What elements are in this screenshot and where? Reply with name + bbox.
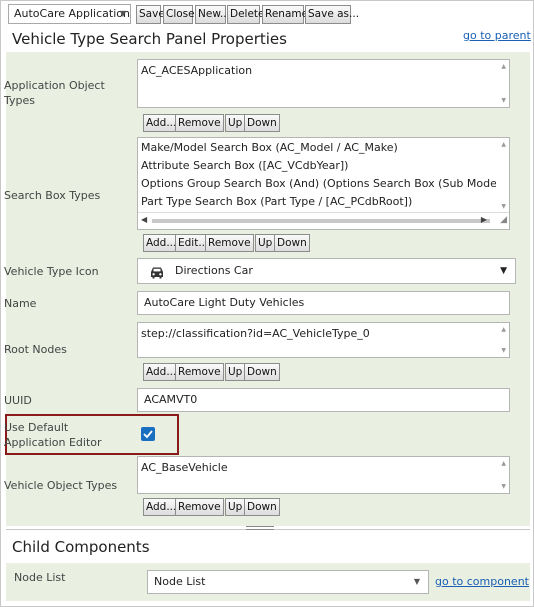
go-to-parent-link[interactable]: go to parent — [463, 29, 531, 42]
list-item[interactable]: Part Type Search Box (Part Type / [AC_PC… — [141, 195, 412, 208]
name-input[interactable]: AutoCare Light Duty Vehicles — [137, 291, 510, 315]
list-item[interactable]: Make/Model Search Box (AC_Model / AC_Mak… — [141, 141, 398, 154]
vehicle-type-icon-label: Vehicle Type Icon — [4, 265, 99, 278]
uuid-input[interactable]: ACAMVT0 — [137, 388, 510, 412]
chevron-down-icon: ▼ — [413, 577, 420, 586]
use-default-editor-label: Use Default Application Editor — [4, 421, 102, 449]
root-nodes-label: Root Nodes — [4, 343, 67, 356]
application-select[interactable]: AutoCare Application ▼ — [8, 4, 131, 24]
add-app-object-type-button[interactable]: Add... — [143, 114, 180, 132]
remove-vehicle-object-type-button[interactable]: Remove — [175, 498, 224, 516]
vehicle-object-types-list[interactable]: AC_BaseVehicle ▲ ▼ — [137, 456, 510, 494]
down-app-object-type-button[interactable]: Down — [244, 114, 280, 132]
add-root-node-button[interactable]: Add... — [143, 363, 180, 381]
scroll-right-icon[interactable]: ▶ — [481, 215, 487, 224]
vehicle-type-icon-value: Directions Car — [175, 264, 253, 277]
list-item[interactable]: step://classification?id=AC_VehicleType_… — [141, 327, 370, 340]
remove-root-node-button[interactable]: Remove — [175, 363, 224, 381]
scrollbar[interactable]: ▲ ▼ — [496, 60, 509, 107]
add-search-box-type-button[interactable]: Add... — [143, 234, 180, 252]
resize-grip-icon[interactable]: ◢ — [500, 215, 507, 225]
scroll-left-icon[interactable]: ◀ — [141, 215, 147, 224]
down-root-node-button[interactable]: Down — [244, 363, 280, 381]
up-root-node-button[interactable]: Up — [225, 363, 246, 381]
vehicle-type-icon-select[interactable]: Directions Car ▼ — [137, 258, 516, 284]
add-vehicle-object-type-button[interactable]: Add... — [143, 498, 180, 516]
new-button[interactable]: New... — [195, 5, 230, 24]
child-components-title: Child Components — [12, 538, 150, 556]
use-default-editor-checkbox[interactable] — [141, 427, 155, 441]
panel-title: Vehicle Type Search Panel Properties — [12, 30, 287, 48]
vertical-scrollbar[interactable]: ▲ ▼ — [496, 138, 509, 213]
splitter-grip-icon[interactable] — [246, 526, 274, 532]
name-label: Name — [4, 297, 37, 310]
node-list-value: Node List — [154, 575, 206, 588]
list-item[interactable]: Attribute Search Box ([AC_VCdbYear]) — [141, 159, 348, 172]
app-object-types-label: Application Object Types — [4, 79, 105, 107]
remove-app-object-type-button[interactable]: Remove — [175, 114, 224, 132]
up-app-object-type-button[interactable]: Up — [225, 114, 246, 132]
check-icon — [143, 430, 153, 439]
delete-button[interactable]: Delete — [227, 5, 265, 24]
node-list-label: Node List — [14, 571, 66, 584]
node-list-select[interactable]: Node List ▼ — [147, 570, 429, 594]
app-object-types-list[interactable]: AC_ACESApplication ▲ ▼ — [137, 59, 510, 108]
horizontal-scrollbar[interactable]: ◀ ▶ ◢ — [138, 212, 509, 229]
list-item[interactable]: AC_ACESApplication — [141, 64, 252, 77]
search-box-types-label: Search Box Types — [4, 189, 101, 202]
scroll-thumb[interactable] — [152, 219, 490, 223]
car-icon — [149, 264, 165, 288]
root-nodes-list[interactable]: step://classification?id=AC_VehicleType_… — [137, 322, 510, 358]
list-item[interactable]: AC_BaseVehicle — [141, 461, 228, 474]
close-button[interactable]: Close — [163, 5, 195, 24]
list-item[interactable]: Options Group Search Box (And) (Options … — [141, 177, 497, 190]
chevron-down-icon: ▼ — [500, 266, 507, 276]
application-select-value: AutoCare Application — [14, 7, 130, 20]
vehicle-object-types-label: Vehicle Object Types — [4, 479, 118, 492]
scrollbar[interactable]: ▲ ▼ — [496, 323, 509, 357]
rename-button[interactable]: Rename — [262, 5, 308, 24]
search-box-types-list[interactable]: Make/Model Search Box (AC_Model / AC_Mak… — [137, 137, 510, 230]
down-vehicle-object-type-button[interactable]: Down — [244, 498, 280, 516]
up-vehicle-object-type-button[interactable]: Up — [225, 498, 246, 516]
remove-search-box-type-button[interactable]: Remove — [205, 234, 254, 252]
uuid-label: UUID — [4, 394, 32, 407]
save-as-button[interactable]: Save as... — [305, 5, 359, 24]
scrollbar[interactable]: ▲ ▼ — [496, 457, 509, 493]
down-search-box-type-button[interactable]: Down — [274, 234, 310, 252]
go-to-component-link[interactable]: go to component — [435, 575, 529, 588]
chevron-down-icon: ▼ — [119, 9, 126, 18]
save-button[interactable]: Save — [136, 5, 165, 24]
up-search-box-type-button[interactable]: Up — [255, 234, 276, 252]
